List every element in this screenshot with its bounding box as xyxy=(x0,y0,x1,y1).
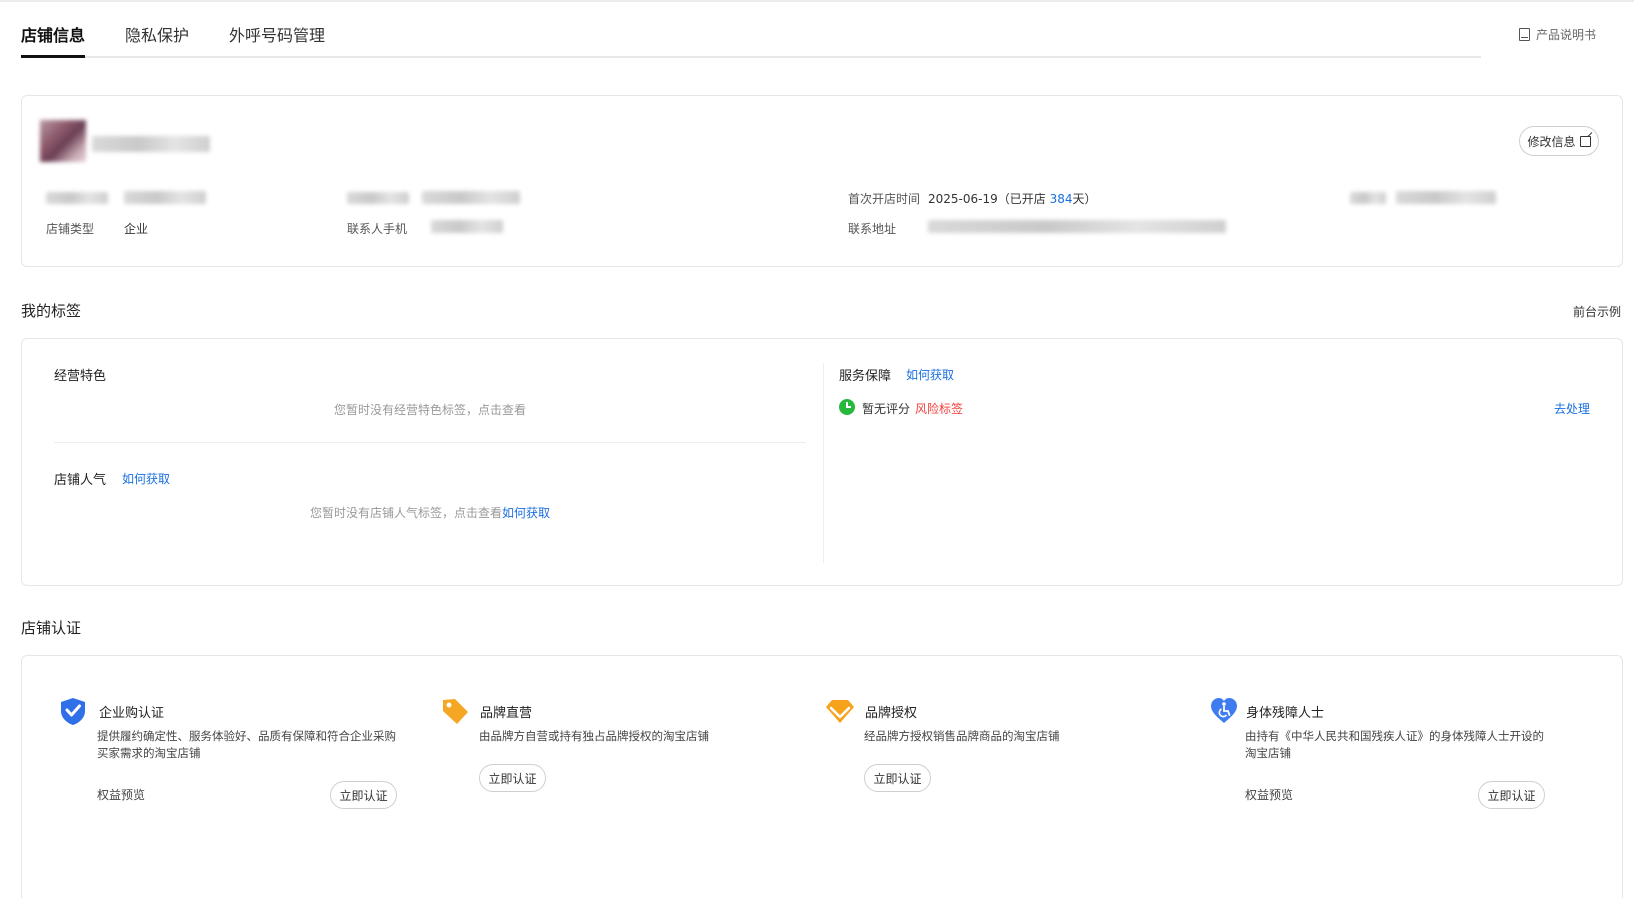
certify-now-button[interactable]: 立即认证 xyxy=(479,764,546,792)
feature-empty-hint[interactable]: 您暂时没有经营特色标签，点击查看 xyxy=(334,401,526,418)
open-time-value: 2025-06-19（已开店 384天） xyxy=(928,190,1097,207)
diamond-icon xyxy=(826,700,854,723)
address-redacted xyxy=(928,220,1226,233)
store-info-card: 首次开店时间 2025-06-19（已开店 384天） 店铺类型 企业 联系人手… xyxy=(21,95,1623,267)
external-edit-icon xyxy=(1579,135,1591,147)
cert-item-desc: 由持有《中华人民共和国残疾人证》的身体残障人士开设的淘宝店铺 xyxy=(1245,729,1544,760)
handle-link[interactable]: 去处理 xyxy=(1554,400,1590,417)
service-how-link[interactable]: 如何获取 xyxy=(906,366,954,383)
shield-check-icon xyxy=(61,698,85,725)
benefit-preview-link[interactable]: 权益预览 xyxy=(97,786,145,803)
tags-card: 经营特色 您暂时没有经营特色标签，点击查看 店铺人气 如何获取 您暂时没有店铺人… xyxy=(21,338,1623,586)
open-suffix: 天） xyxy=(1072,192,1097,206)
certify-now-button[interactable]: 立即认证 xyxy=(1478,781,1545,809)
popularity-title: 店铺人气 xyxy=(54,473,107,488)
tab-bar: 店铺信息 隐私保护 外呼号码管理 xyxy=(21,22,1481,58)
product-manual-link[interactable]: 产品说明书 xyxy=(1519,26,1596,43)
tags-divider xyxy=(54,442,806,443)
benefit-preview-link[interactable]: 权益预览 xyxy=(1245,786,1293,803)
tab-outbound-numbers[interactable]: 外呼号码管理 xyxy=(229,22,325,46)
open-days: 384 xyxy=(1049,192,1073,206)
cert-item-title: 企业购认证 xyxy=(99,706,165,721)
redacted-label xyxy=(46,192,108,204)
cert-item-desc: 提供履约确定性、服务体验好、品质有保障和符合企业采购买家需求的淘宝店铺 xyxy=(97,729,396,760)
cert-item-desc: 经品牌方授权销售品牌商品的淘宝店铺 xyxy=(864,729,1060,743)
front-example-link[interactable]: 前台示例 xyxy=(1573,303,1621,320)
feature-title: 经营特色 xyxy=(54,369,107,384)
book-icon xyxy=(1519,28,1530,41)
top-border xyxy=(0,0,1634,2)
popularity-empty-link[interactable]: 如何获取 xyxy=(502,506,550,520)
certify-now-button[interactable]: 立即认证 xyxy=(330,781,397,809)
open-date: 2025-06-19 xyxy=(928,192,998,206)
address-label: 联系地址 xyxy=(848,222,897,236)
tab-store-info[interactable]: 店铺信息 xyxy=(21,22,86,58)
cert-item-title: 品牌授权 xyxy=(865,706,918,721)
edit-info-label: 修改信息 xyxy=(1527,134,1576,149)
service-title: 服务保障 xyxy=(839,369,892,384)
popularity-how-link[interactable]: 如何获取 xyxy=(122,470,170,487)
redacted-value xyxy=(1396,191,1496,204)
cert-title: 店铺认证 xyxy=(21,619,82,637)
contact-phone-redacted xyxy=(431,220,503,233)
product-manual-label: 产品说明书 xyxy=(1536,28,1597,42)
risk-tag-link[interactable]: 风险标签 xyxy=(915,400,963,417)
open-time-label: 首次开店时间 xyxy=(848,192,921,206)
tag-icon xyxy=(443,699,468,724)
my-tags-title: 我的标签 xyxy=(21,302,82,320)
tab-privacy[interactable]: 隐私保护 xyxy=(125,22,189,46)
cert-item-desc: 由品牌方自营或持有独占品牌授权的淘宝店铺 xyxy=(479,729,709,743)
redacted-label xyxy=(347,192,409,204)
cert-item-title: 身体残障人士 xyxy=(1246,706,1325,721)
redacted-value xyxy=(124,191,206,204)
redacted-value xyxy=(422,191,520,204)
store-name-redacted xyxy=(92,136,210,152)
store-avatar xyxy=(40,120,86,162)
accessibility-heart-icon xyxy=(1211,698,1237,723)
certify-now-button[interactable]: 立即认证 xyxy=(864,764,931,792)
no-score-text: 暂无评分 xyxy=(862,402,911,416)
open-prefix: （已开店 xyxy=(997,192,1050,206)
store-type-label: 店铺类型 xyxy=(46,222,95,236)
popularity-empty-hint: 您暂时没有店铺人气标签，点击查看如何获取 xyxy=(310,504,550,521)
popularity-empty-text: 您暂时没有店铺人气标签，点击查看 xyxy=(310,506,503,520)
cert-item-title: 品牌直营 xyxy=(480,706,533,721)
clock-icon xyxy=(839,399,855,415)
tags-vertical-divider xyxy=(823,363,824,563)
redacted-label xyxy=(1350,192,1386,204)
store-type-value: 企业 xyxy=(124,222,149,236)
edit-info-button[interactable]: 修改信息 xyxy=(1519,126,1599,156)
cert-card: 企业购认证 提供履约确定性、服务体验好、品质有保障和符合企业采购买家需求的淘宝店… xyxy=(21,655,1623,898)
contact-phone-label: 联系人手机 xyxy=(347,222,408,236)
